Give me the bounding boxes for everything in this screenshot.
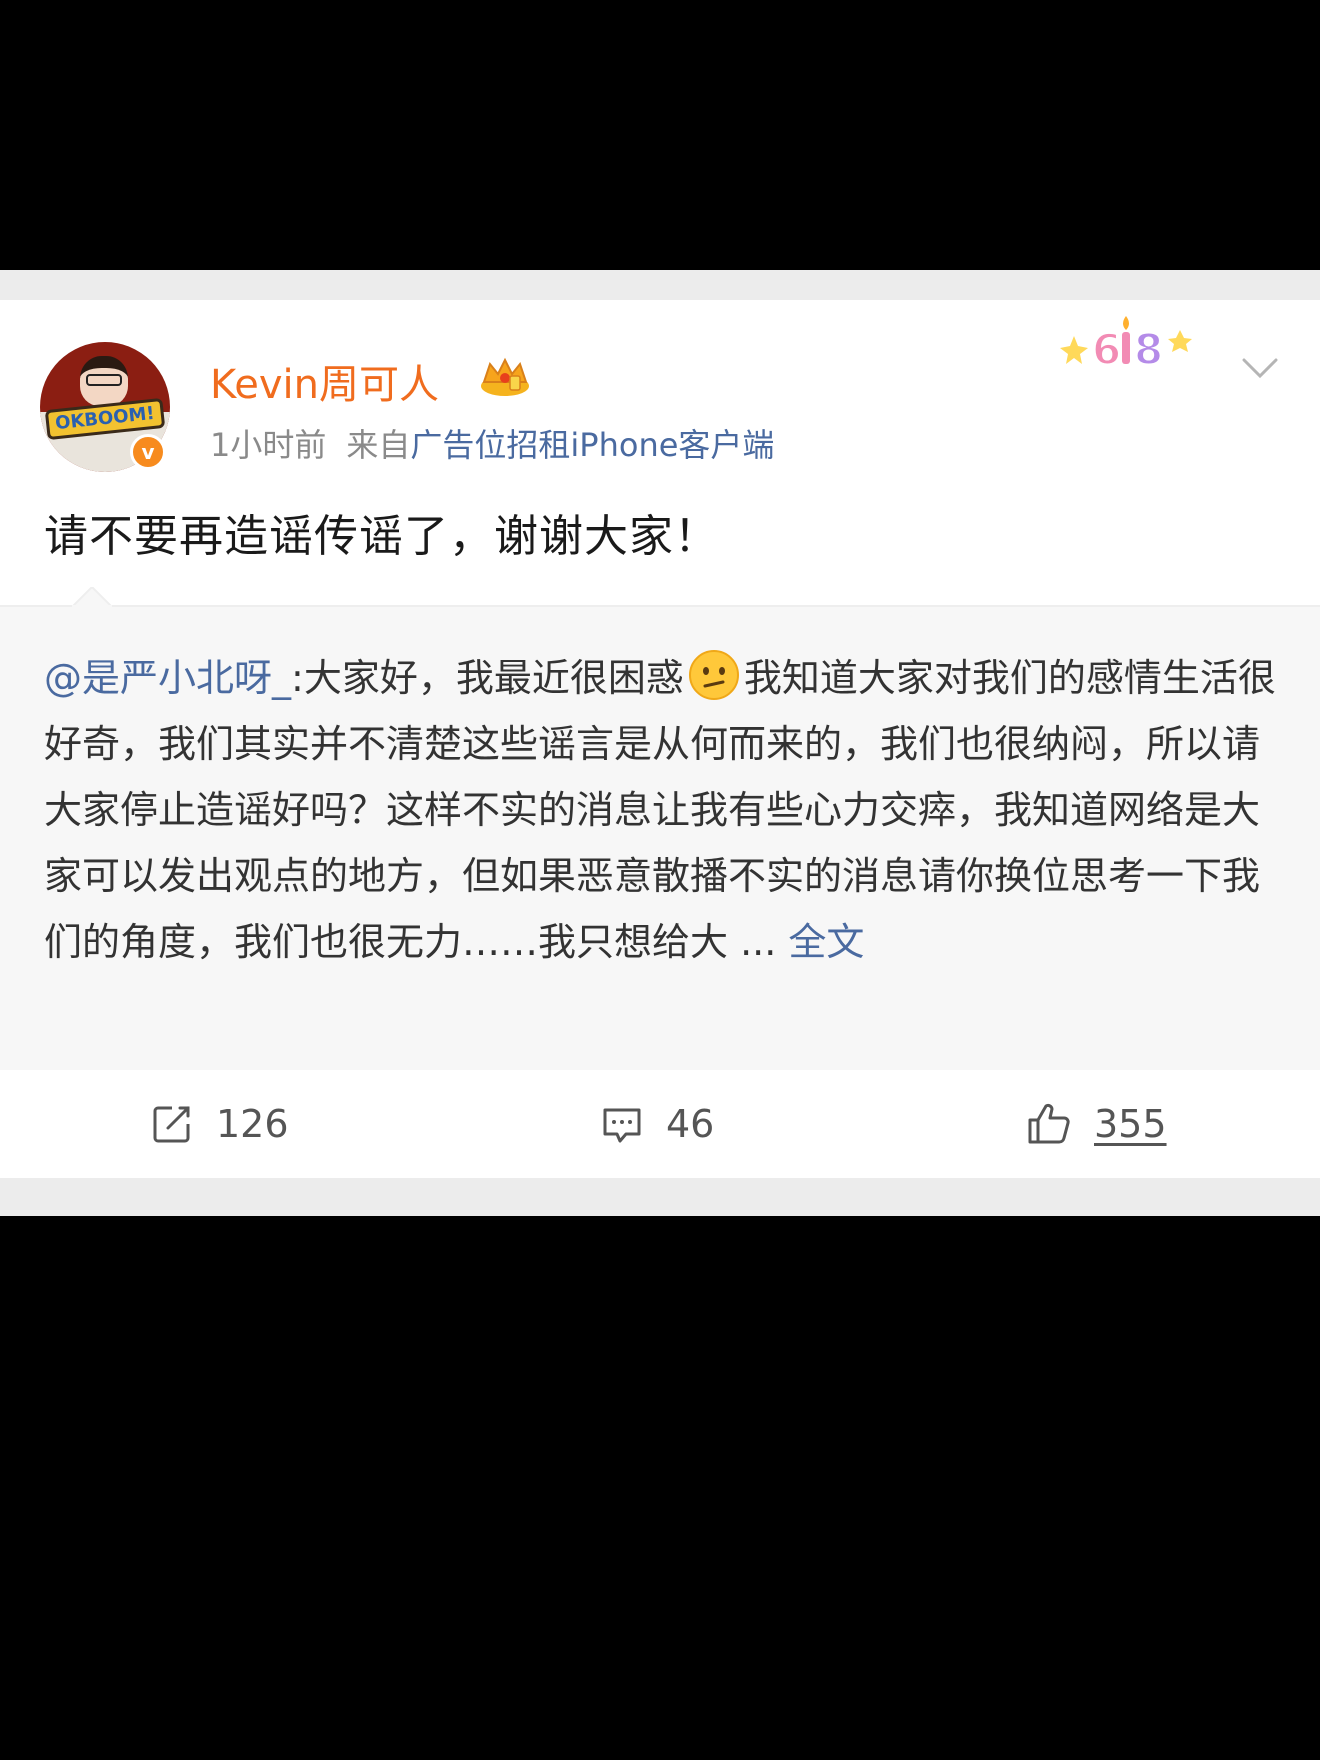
- quote-notch: [72, 587, 112, 607]
- verified-badge: v: [130, 434, 166, 470]
- thumbs-up-icon: [1028, 1103, 1070, 1144]
- post-time: 1小时前: [210, 426, 327, 464]
- svg-text:6: 6: [1092, 325, 1121, 374]
- avatar-glasses: [86, 374, 122, 386]
- quoted-text: @是严小北呀_:大家好，我最近很困惑 我知道大家对我们的感情生活很好奇，我们其实…: [44, 645, 1284, 975]
- repost-count: 126: [216, 1102, 289, 1146]
- crown-icon: [481, 357, 529, 396]
- comment-count: 46: [666, 1102, 715, 1146]
- separator-bottom: [0, 1178, 1320, 1216]
- source-link[interactable]: 广告位招租iPhone客户端: [410, 426, 774, 464]
- quoted-text-part1: :大家好，我最近很困惑: [291, 656, 684, 700]
- 618-sticker-icon[interactable]: 6 8: [1060, 306, 1196, 376]
- post-text: 请不要再造谣传谣了，谢谢大家！: [44, 511, 719, 562]
- repost-button[interactable]: 126: [150, 1100, 289, 1148]
- screen: OKBOOM! v Kevin周可人 1小时前 来自广告位招租iPhone客户端 …: [0, 0, 1320, 1760]
- like-count[interactable]: 355: [1094, 1102, 1167, 1146]
- quoted-text-part2: 我知道大家对我们的感情生活很好奇，我们其实并不清楚这些谣言是从何而来的，我们也很…: [44, 656, 1276, 964]
- separator-top: [0, 270, 1320, 300]
- read-more-link[interactable]: 全文: [788, 920, 864, 964]
- action-bar: 126 46 355: [0, 1070, 1320, 1178]
- comment-icon: [603, 1108, 641, 1143]
- comment-button[interactable]: 46: [600, 1100, 714, 1148]
- post-meta: 1小时前 来自广告位招租iPhone客户端: [210, 420, 774, 466]
- like-button[interactable]: 355: [1024, 1100, 1167, 1148]
- username[interactable]: Kevin周可人: [210, 352, 439, 410]
- quoted-post[interactable]: @是严小北呀_:大家好，我最近很困惑 我知道大家对我们的感情生活很好奇，我们其实…: [0, 587, 1320, 1070]
- source-prefix: 来自: [346, 426, 411, 464]
- confused-face-icon: [688, 650, 739, 700]
- mention-link[interactable]: @是严小北呀_: [44, 656, 291, 700]
- repost-icon: [153, 1106, 190, 1143]
- weibo-post-card[interactable]: OKBOOM! v Kevin周可人 1小时前 来自广告位招租iPhone客户端 …: [0, 300, 1320, 1178]
- chevron-down-icon[interactable]: [1240, 356, 1280, 380]
- svg-text:8: 8: [1134, 325, 1163, 374]
